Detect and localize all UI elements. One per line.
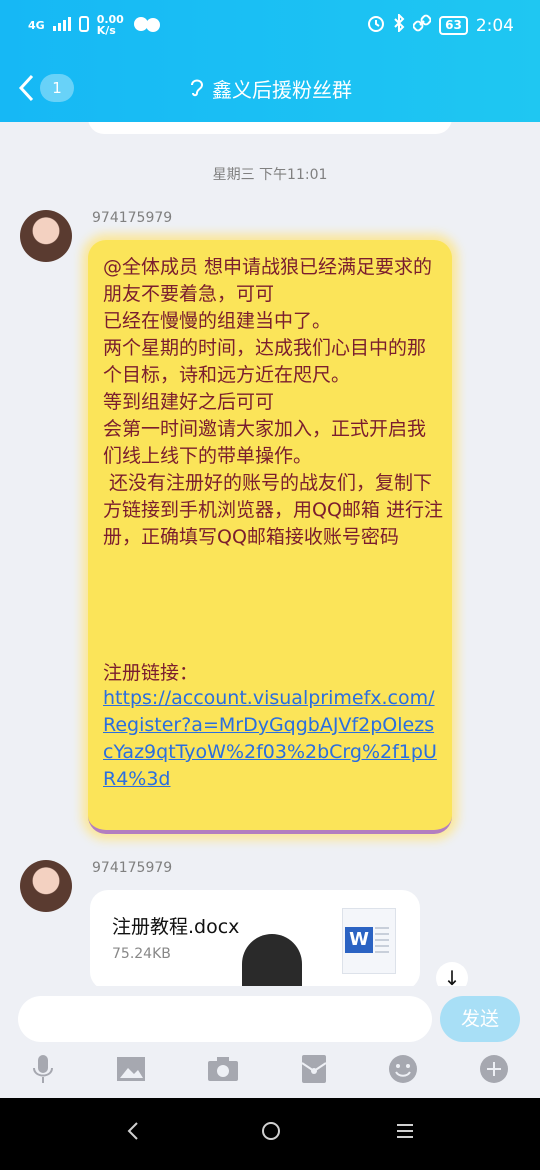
- network-label: 4G: [28, 18, 45, 32]
- group-name: 鑫义后援粉丝群: [212, 78, 352, 102]
- red-packet-icon[interactable]: [301, 1054, 327, 1091]
- bluetooth-icon: [393, 12, 405, 37]
- send-button[interactable]: 发送: [440, 996, 520, 1042]
- page-title[interactable]: 鑫义后援粉丝群: [0, 74, 540, 103]
- back-nav-icon[interactable]: [126, 1120, 140, 1148]
- message-text: @全体成员 想申请战狼已经满足要求的朋友不要着急，可可 已经在慢慢的组建当中了。…: [103, 256, 443, 548]
- network-speed: 0.00 K/s: [96, 13, 124, 37]
- clock: 2:04: [475, 15, 514, 36]
- image-icon[interactable]: [116, 1056, 146, 1089]
- alarm-icon: [367, 14, 385, 37]
- status-right: 63 2:04: [367, 12, 514, 37]
- status-left: 4G 0.00 K/s: [28, 14, 162, 36]
- system-nav-bar: [0, 1098, 540, 1170]
- camera-icon[interactable]: [207, 1056, 239, 1089]
- sender-name: 974175979: [92, 860, 173, 876]
- chat-area[interactable]: 星期三 下午11:01 974175979 @全体成员 想申请战狼已经满足要求的…: [0, 122, 540, 986]
- mic-icon[interactable]: [31, 1054, 55, 1091]
- message-bubble[interactable]: @全体成员 想申请战狼已经满足要求的朋友不要着急，可可 已经在慢慢的组建当中了。…: [88, 240, 452, 834]
- word-doc-icon: W: [342, 908, 396, 974]
- file-name: 注册教程.docx: [112, 916, 240, 938]
- home-nav-icon[interactable]: [260, 1120, 282, 1148]
- link-icon: [412, 14, 432, 37]
- sender-name: 974175979: [92, 210, 173, 226]
- avatar-pendant-sticker: [242, 934, 302, 986]
- ear-icon: [188, 77, 204, 102]
- message-timestamp: 星期三 下午11:01: [212, 167, 328, 183]
- previous-message-bubble[interactable]: [88, 122, 452, 134]
- file-size: 75.24KB: [112, 946, 171, 962]
- input-bar: 发送: [0, 986, 540, 1098]
- toolbar: [0, 1054, 540, 1090]
- emoji-icon[interactable]: [388, 1054, 418, 1091]
- status-bar: 4G 0.00 K/s 63 2:04: [0, 0, 540, 56]
- wechat-icon: [132, 15, 162, 36]
- battery-indicator: 63: [439, 16, 468, 35]
- avatar[interactable]: [20, 210, 72, 262]
- chat-header: 1 鑫义后援粉丝群: [0, 56, 540, 122]
- signal-icon: [52, 16, 71, 34]
- register-link[interactable]: https://account.visualprimefx.com/Regist…: [103, 685, 443, 793]
- message-input[interactable]: [18, 996, 432, 1042]
- scroll-down-icon[interactable]: ↓: [436, 962, 468, 986]
- link-label: 注册链接：: [103, 662, 199, 684]
- plus-icon[interactable]: [479, 1054, 509, 1091]
- menu-nav-icon[interactable]: [396, 1120, 414, 1148]
- avatar[interactable]: [20, 860, 72, 912]
- sim-icon: [78, 15, 89, 35]
